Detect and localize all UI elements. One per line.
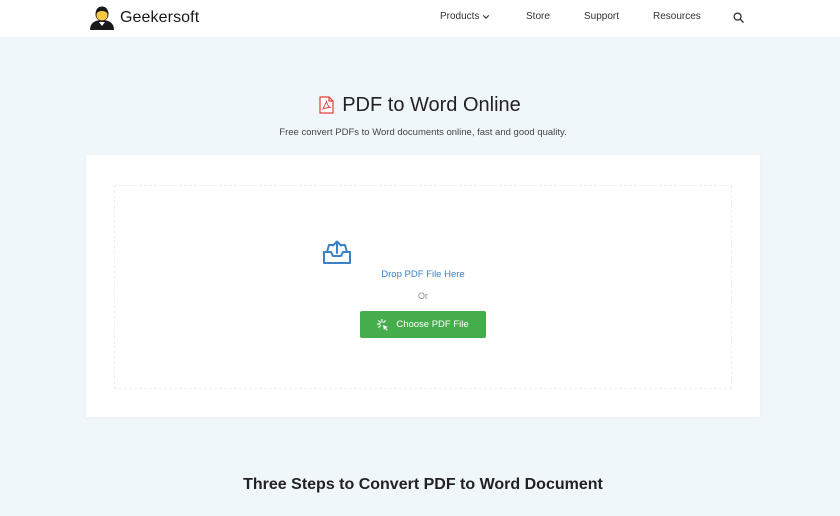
nav-item-label: Products (440, 11, 480, 22)
nav-item-label: Support (584, 11, 620, 22)
page-title: PDF to Word Online (0, 92, 840, 118)
upload-card (86, 155, 760, 417)
pdf-dropzone[interactable] (114, 185, 732, 389)
nav-item-products[interactable]: Products (440, 11, 490, 22)
nav-item-store[interactable]: Store (526, 11, 550, 22)
page-title-text: PDF to Word Online (342, 93, 521, 116)
search-icon[interactable] (733, 12, 744, 23)
nav-item-label: Resources (653, 11, 701, 22)
steps-section-title: Three Steps to Convert PDF to Word Docum… (243, 476, 603, 493)
nav-item-label: Store (526, 11, 550, 22)
inbox-upload-icon (323, 240, 351, 264)
main-nav: Products Store Support Resources (0, 0, 840, 35)
or-separator: Or (418, 291, 428, 301)
chevron-down-icon (483, 14, 490, 19)
choose-pdf-file-label: Choose PDF File (396, 319, 469, 330)
nav-item-support[interactable]: Support (584, 11, 619, 22)
pdf-file-icon (319, 96, 334, 114)
page-subtitle: Free convert PDFs to Word documents onli… (279, 127, 567, 138)
choose-pdf-file-button[interactable]: Choose PDF File (360, 311, 486, 338)
click-cursor-icon (377, 318, 389, 331)
nav-item-resources[interactable]: Resources (653, 11, 701, 22)
top-navigation-bar: Geekersoft Products Store Support Resour… (0, 0, 840, 37)
drop-pdf-label: Drop PDF File Here (381, 269, 465, 280)
